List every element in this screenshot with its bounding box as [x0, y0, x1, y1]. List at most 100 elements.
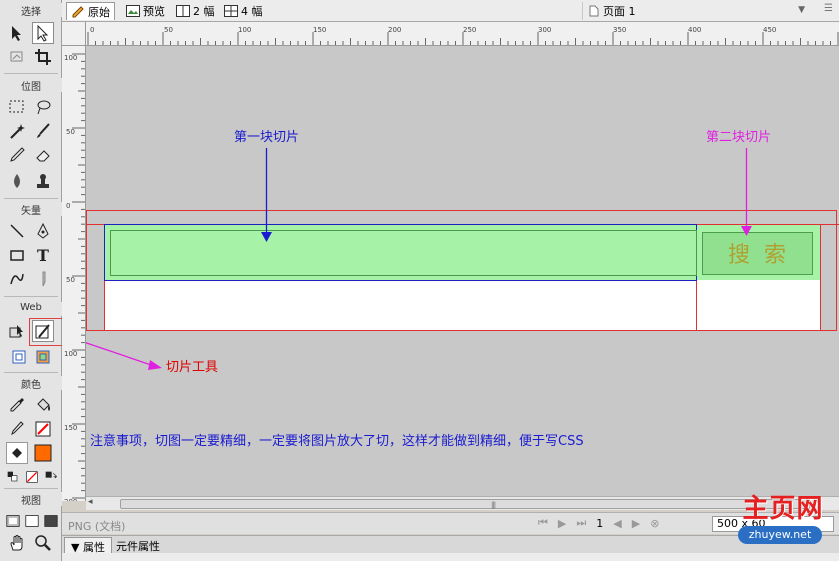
ruler-h-label: 350 [613, 26, 627, 34]
watermark-title: 主页网 [742, 494, 824, 524]
marquee-icon[interactable] [6, 96, 28, 118]
ruler-v-label: 200 [64, 498, 77, 501]
tab-symbol-properties[interactable]: 元件属性 [110, 537, 166, 553]
next-frame-icon[interactable]: ▶ [632, 517, 640, 530]
prev-frame-icon[interactable]: ◀ [613, 517, 621, 530]
first-frame-icon[interactable]: ⏮ [538, 516, 548, 530]
brush-icon[interactable] [32, 120, 54, 142]
horizontal-scrollbar[interactable]: ◂ ||| ▸ [86, 496, 839, 510]
pencil-icon [72, 5, 84, 17]
document-canvas[interactable]: 第一块切片 第二块切片 切片工具 注意事项，切图一定要精细，一定要将图片放大了切… [86, 46, 839, 496]
ruler-h-label: 50 [164, 26, 173, 34]
ruler-v-label: 50 [66, 128, 75, 136]
vertical-ruler-ticks [72, 53, 85, 499]
lasso-icon[interactable] [32, 96, 54, 118]
scale-icon[interactable] [6, 46, 28, 68]
preview-icon [126, 5, 140, 17]
ruler-h-label: 100 [238, 26, 252, 34]
page-selector-label: 页面 1 [603, 5, 636, 18]
knife-icon[interactable] [32, 268, 54, 290]
pencil-icon[interactable] [6, 144, 28, 166]
scrollbar-thumb[interactable]: ||| [120, 499, 810, 509]
hotspot-icon[interactable] [6, 320, 28, 342]
watermark-logo: 主页网 zhuyew.net [730, 488, 836, 552]
subselect-icon[interactable] [32, 22, 54, 44]
hide-slices-icon[interactable] [8, 346, 30, 368]
frame-number: 1 [596, 516, 604, 530]
view-tab-bar: 原始 预览 2 幅 4 幅 页面 1 ▼ ☰ [62, 0, 839, 22]
ruler-v-label: 100 [64, 54, 78, 62]
blur-icon[interactable] [6, 170, 28, 192]
four-up-icon [224, 5, 238, 17]
rectangle-icon[interactable] [6, 244, 28, 266]
ruler-v-label: 150 [64, 424, 78, 432]
rubber-stamp-icon[interactable] [32, 170, 54, 192]
tab-4up[interactable]: 4 幅 [220, 2, 267, 20]
pointer-icon[interactable] [6, 22, 28, 44]
two-up-icon [176, 5, 190, 17]
annotation-slice-tool: 切片工具 [166, 360, 219, 375]
tab-preview-label: 预览 [143, 5, 165, 18]
section-web-title: Web [0, 302, 62, 316]
annotation-note: 注意事项，切图一定要精细，一定要将图片放大了切，这样才能做到精细，便于写CSS [90, 434, 584, 449]
document-type: PNG (文档) [68, 520, 126, 533]
section-colors-title: 颜色 [0, 376, 62, 391]
magic-wand-icon[interactable] [6, 120, 28, 142]
separator [4, 372, 58, 373]
separator [4, 296, 58, 297]
annotation-slice2: 第二块切片 [706, 130, 772, 145]
tab-2up[interactable]: 2 幅 [172, 2, 219, 20]
section-select-title: 选择 [0, 3, 62, 18]
stop-icon[interactable]: ⊗ [650, 517, 659, 530]
eraser-icon[interactable] [32, 144, 54, 166]
ruler-corner [62, 22, 86, 46]
tab-original-label: 原始 [88, 5, 110, 19]
pen-icon[interactable] [32, 220, 54, 242]
watermark-url: zhuyew.net [738, 526, 822, 544]
crop-icon[interactable] [32, 46, 54, 68]
line-icon[interactable] [6, 220, 28, 242]
eyedropper-icon[interactable] [6, 394, 28, 416]
tools-panel: 选择 位图 矢量 T Web 颜色 视图 [0, 0, 71, 561]
tab-preview[interactable]: 预览 [122, 2, 169, 20]
screen-mode-row[interactable] [4, 510, 60, 532]
show-slices-icon[interactable] [32, 346, 54, 368]
panel-options[interactable]: ☰ [824, 3, 833, 14]
section-vector-title: 矢量 [0, 202, 62, 217]
ruler-h-label: 150 [313, 26, 327, 34]
zoom-icon[interactable] [32, 532, 54, 554]
tab-original[interactable]: 原始 [66, 2, 115, 20]
paint-bucket-icon[interactable] [32, 394, 54, 416]
fill-color-icon[interactable] [32, 442, 54, 464]
tab-properties[interactable]: ▼ 属性 [64, 537, 112, 554]
play-icon[interactable]: ▶ [558, 517, 566, 530]
stroke-color-icon[interactable] [32, 418, 54, 440]
search-button-text: 搜 索 [728, 243, 786, 268]
hand-icon[interactable] [6, 532, 28, 554]
ruler-h-label: 450 [763, 26, 777, 34]
color-defaults-row[interactable] [4, 466, 60, 488]
status-bar: PNG (文档) ⏮ ▶ ⏭ 1 ◀ ▶ ⊗ 500 x 60 [62, 512, 839, 534]
ruler-h-label: 250 [463, 26, 477, 34]
frame-controls: ⏮ ▶ ⏭ 1 ◀ ▶ ⊗ [538, 516, 659, 530]
stroke-pencil-icon[interactable] [6, 418, 28, 440]
fill-bucket-icon[interactable] [6, 442, 28, 464]
grip-icon: ||| [491, 501, 496, 509]
section-view-title: 视图 [0, 492, 62, 507]
ruler-h-label: 300 [538, 26, 552, 34]
scroll-left-icon[interactable]: ◂ [88, 497, 93, 507]
tab-2up-label: 2 幅 [193, 5, 215, 18]
separator [4, 198, 58, 199]
properties-tabs: ▼ 属性 元件属性 [62, 535, 839, 554]
last-frame-icon[interactable]: ⏭ [576, 516, 586, 530]
ruler-v-label: 0 [66, 202, 71, 210]
ruler-v-label: 100 [64, 350, 78, 358]
separator [4, 488, 58, 489]
page-selector[interactable]: 页面 1 ▼ [582, 2, 807, 20]
ruler-h-label: 0 [90, 26, 95, 34]
freeform-icon[interactable] [6, 268, 28, 290]
ruler-h-label: 200 [388, 26, 402, 34]
section-bitmap-title: 位图 [0, 78, 62, 93]
text-icon[interactable]: T [32, 244, 54, 266]
separator [4, 73, 58, 74]
